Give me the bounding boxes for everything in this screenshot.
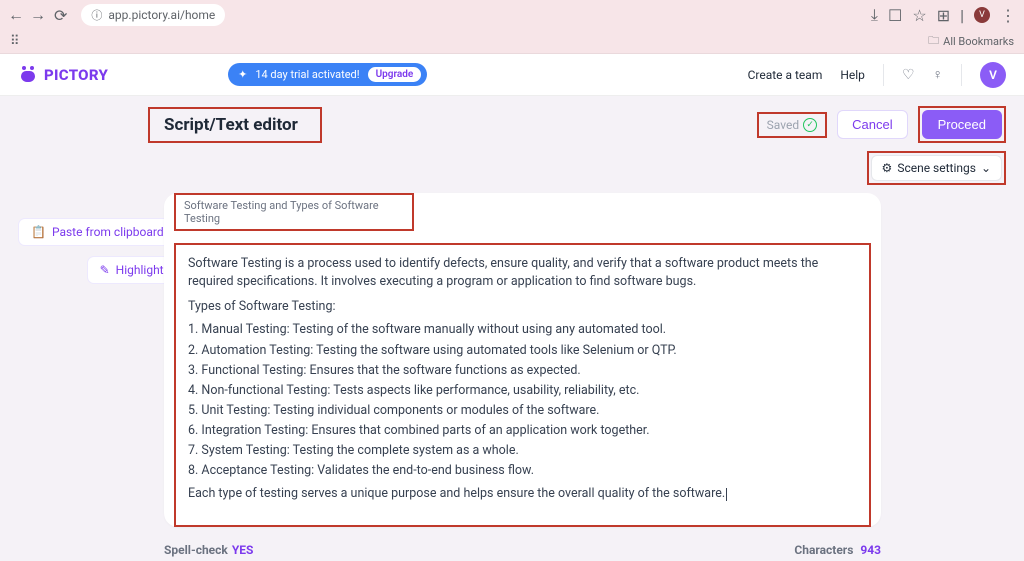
check-icon: ✓ [803, 118, 817, 132]
proceed-button[interactable]: Proceed [922, 110, 1002, 139]
text-cursor [726, 488, 727, 501]
page-title: Script/Text editor [148, 107, 322, 143]
list-item: 2. Automation Testing: Testing the softw… [188, 342, 857, 360]
install-icon[interactable]: ⤓ [871, 5, 878, 25]
list-item: 1. Manual Testing: Testing of the softwa… [188, 321, 857, 339]
list-item: 7. System Testing: Testing the complete … [188, 442, 857, 460]
reload-icon[interactable]: ⟳ [54, 6, 67, 25]
brand-logo[interactable]: PICTORY [18, 65, 108, 85]
characters-value: 943 [860, 543, 881, 557]
extensions-icon[interactable]: ⊞ [937, 6, 950, 25]
list-item: 6. Integration Testing: Ensures that com… [188, 422, 857, 440]
saved-label: Saved [767, 118, 799, 132]
gear-icon: ⚙ [882, 161, 893, 175]
list-item: 8. Acceptance Testing: Validates the end… [188, 462, 857, 480]
create-team-link[interactable]: Create a team [748, 68, 823, 82]
forward-icon[interactable]: → [30, 5, 46, 25]
characters-label: Characters 943 [794, 543, 881, 557]
bookmarks-bar: ⠿ 🗀 All Bookmarks [0, 30, 1024, 54]
help-link[interactable]: Help [840, 68, 865, 82]
browser-toolbar: ← → ⟳ ⓘ app.pictory.ai/home ⤓ ☐ ☆ ⊞ | V … [0, 0, 1024, 30]
logo-icon [18, 65, 38, 85]
user-avatar[interactable]: V [980, 62, 1006, 88]
spellcheck-value[interactable]: YES [232, 543, 254, 557]
clipboard-icon: 📋 [31, 225, 46, 239]
lightbulb-icon[interactable]: ♀ [933, 66, 944, 83]
profile-icon[interactable]: V [974, 7, 990, 23]
site-info-icon: ⓘ [91, 7, 102, 23]
list-item: 3. Functional Testing: Ensures that the … [188, 362, 857, 380]
upgrade-button[interactable]: Upgrade [368, 67, 422, 82]
app-header: PICTORY ✦ 14 day trial activated! Upgrad… [0, 54, 1024, 96]
trial-banner: ✦ 14 day trial activated! Upgrade [228, 63, 427, 86]
scene-settings-label: Scene settings [897, 161, 976, 175]
divider [883, 64, 884, 86]
chevron-down-icon: ⌄ [981, 161, 991, 175]
url-text: app.pictory.ai/home [108, 8, 215, 22]
paragraph: Types of Software Testing: [188, 298, 857, 316]
paragraph: Each type of testing serves a unique pur… [188, 485, 857, 503]
bell-icon[interactable]: ♡ [902, 67, 915, 83]
spellcheck-label: Spell-check [164, 543, 228, 557]
saved-indicator: Saved ✓ [757, 112, 827, 138]
sparkle-icon: ✦ [238, 68, 247, 81]
paragraph: Software Testing is a process used to id… [188, 255, 857, 291]
document-title-input[interactable]: Software Testing and Types of Software T… [184, 199, 404, 225]
cancel-button[interactable]: Cancel [837, 110, 907, 139]
star-icon[interactable]: ☆ [912, 6, 926, 25]
back-icon[interactable]: ← [8, 5, 24, 25]
folder-icon: 🗀 [928, 32, 939, 51]
divider [961, 64, 962, 86]
paste-clipboard-button[interactable]: 📋 Paste from clipboard [18, 218, 177, 246]
apps-icon[interactable]: ⠿ [10, 34, 20, 49]
scene-settings-button[interactable]: ⚙ Scene settings ⌄ [871, 155, 1002, 181]
script-body[interactable]: Software Testing is a process used to id… [174, 243, 871, 527]
list-item: 5. Unit Testing: Testing individual comp… [188, 402, 857, 420]
editor-footer: Spell-check YES Characters 943 [164, 543, 881, 557]
menu-icon[interactable]: ⋮ [1000, 6, 1016, 25]
brand-text: PICTORY [44, 66, 108, 84]
all-bookmarks[interactable]: 🗀 All Bookmarks [928, 32, 1014, 51]
editor-card: Software Testing and Types of Software T… [164, 193, 881, 527]
list-item: 4. Non-functional Testing: Tests aspects… [188, 382, 857, 400]
divider: | [960, 6, 964, 25]
translate-icon[interactable]: ☐ [888, 6, 902, 25]
trial-text: 14 day trial activated! [255, 68, 359, 81]
address-bar[interactable]: ⓘ app.pictory.ai/home [81, 4, 225, 26]
highlight-icon: ✎ [100, 263, 110, 277]
